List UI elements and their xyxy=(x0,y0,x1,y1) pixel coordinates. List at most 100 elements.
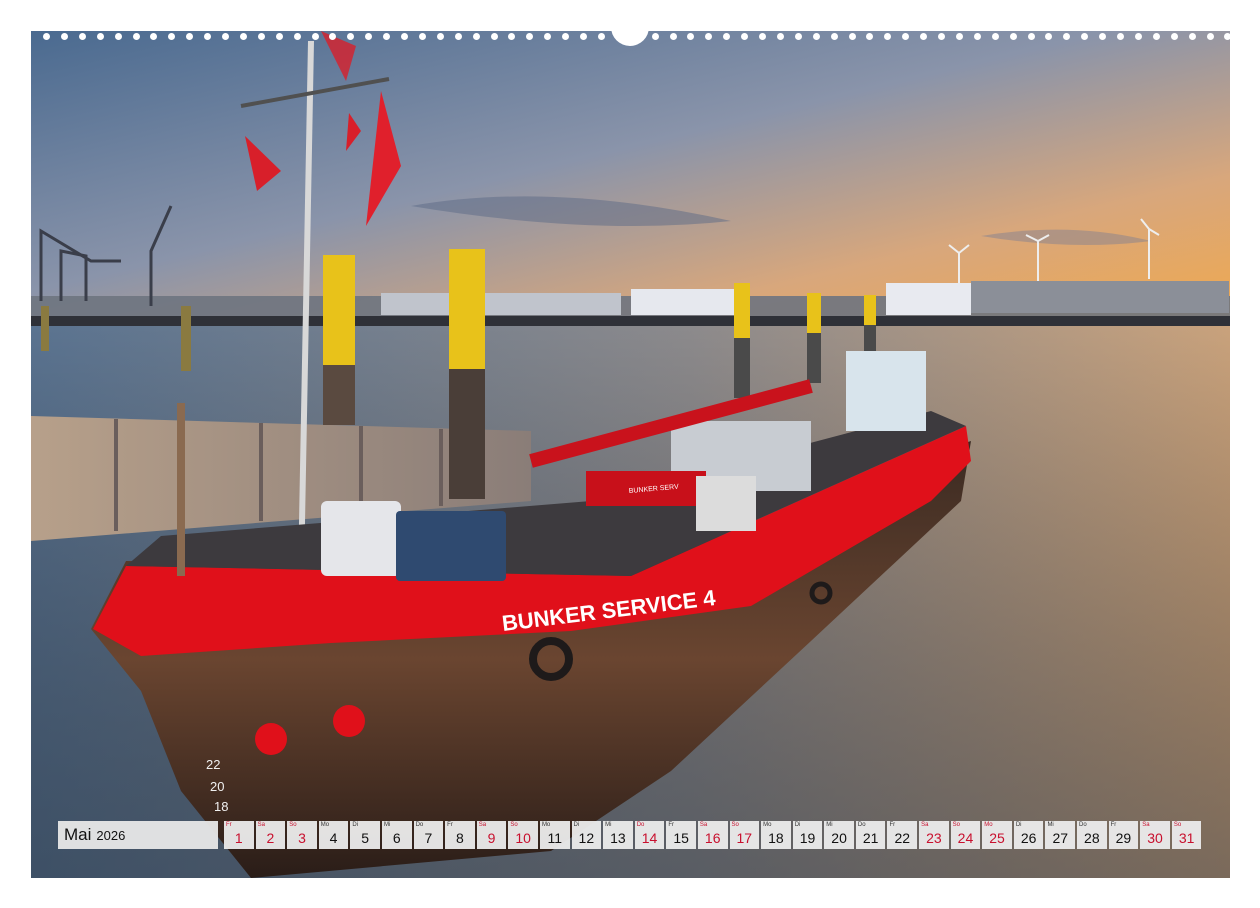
day-number: 18 xyxy=(768,830,784,846)
binding-hole xyxy=(383,33,391,40)
day-weekday: Sa xyxy=(921,822,929,828)
day-cell: Fr 29 xyxy=(1108,821,1139,849)
day-weekday: Mi xyxy=(826,822,833,828)
binding-hole xyxy=(687,33,695,40)
binding-hole xyxy=(311,33,319,40)
day-weekday: Sa xyxy=(257,822,265,828)
day-weekday: Mo xyxy=(320,822,330,828)
day-number: 12 xyxy=(578,830,595,846)
day-number: 5 xyxy=(361,830,370,846)
day-weekday: Sa xyxy=(699,822,708,828)
binding-hole xyxy=(759,33,766,40)
day-weekday: Di xyxy=(573,822,580,828)
binding-hole xyxy=(955,33,963,40)
binding-hole xyxy=(1063,33,1071,40)
day-cell: So 10 xyxy=(508,821,538,849)
day-cell: Di 12 xyxy=(571,821,602,849)
binding-hole xyxy=(580,33,587,40)
day-cell: Fr 8 xyxy=(445,821,475,849)
binding-hole xyxy=(830,33,838,40)
day-weekday: Mo xyxy=(541,822,551,828)
day-number: 10 xyxy=(515,830,531,846)
month-label: Mai 2026 xyxy=(58,821,218,849)
binding-hole xyxy=(902,33,910,40)
binding-hole xyxy=(920,33,928,40)
binding-hole xyxy=(812,33,820,40)
binding-hole xyxy=(1045,33,1053,40)
day-cell: Do 14 xyxy=(634,821,665,849)
day-weekday: Fr xyxy=(1110,822,1117,828)
binding-hole xyxy=(114,33,122,40)
month-year: 2026 xyxy=(96,827,126,843)
draft-mark: 20 xyxy=(210,779,224,794)
binding-hole xyxy=(991,33,999,40)
day-cell: Fr 15 xyxy=(666,821,696,849)
binding-hole xyxy=(329,33,337,40)
binding-hole xyxy=(508,33,516,40)
binding-hole xyxy=(78,33,86,40)
day-number: 14 xyxy=(641,830,658,846)
calendar-photo: BUNKER SERVICE 4 BUNKER SERV 22 20 18 xyxy=(31,31,1230,878)
day-weekday: Do xyxy=(857,822,866,828)
binding-hole xyxy=(597,33,605,40)
binding-hole xyxy=(222,33,229,40)
day-cells: Fr 1 Sa 2 So 3 Mo 4 Di 5 Mi 6 Do 7 Fr 8 Sa 9 So 10 Mo 11 Di 12 M… xyxy=(224,821,1202,849)
binding-hole xyxy=(1081,33,1089,40)
binding-hole xyxy=(257,33,265,40)
binding-hole xyxy=(132,33,140,40)
binding-hole xyxy=(1188,33,1196,40)
binding-hole xyxy=(526,33,534,40)
day-number: 30 xyxy=(1147,830,1163,846)
day-weekday: Sa xyxy=(478,822,487,828)
binding-hole xyxy=(454,33,462,40)
day-number: 16 xyxy=(704,830,721,846)
binding-hole xyxy=(1117,33,1124,40)
binding-hole xyxy=(544,33,552,40)
day-number: 28 xyxy=(1084,830,1100,846)
day-number: 31 xyxy=(1178,830,1195,846)
binding-hole xyxy=(938,33,945,40)
day-cell: So 17 xyxy=(729,821,760,849)
day-weekday: So xyxy=(289,822,297,828)
draft-mark: 22 xyxy=(206,757,220,772)
day-number: 9 xyxy=(487,830,496,846)
binding-hole xyxy=(168,33,176,40)
binding-hole xyxy=(186,33,194,40)
day-weekday: Fr xyxy=(668,822,674,828)
day-weekday: Mi xyxy=(1047,822,1054,828)
day-weekday: Di xyxy=(794,822,801,828)
day-cell: So 24 xyxy=(950,821,981,849)
day-weekday: Mo xyxy=(984,822,993,828)
day-number: 13 xyxy=(610,830,626,846)
day-cell: Sa 23 xyxy=(919,821,949,849)
day-cell: Di 26 xyxy=(1013,821,1044,849)
binding-hole xyxy=(705,33,713,40)
day-number: 21 xyxy=(862,830,879,846)
day-number: 6 xyxy=(392,830,401,846)
binding-hole xyxy=(1152,33,1160,40)
binding-hole xyxy=(1099,33,1107,40)
day-number: 26 xyxy=(1020,830,1037,846)
day-cell: Sa 30 xyxy=(1140,821,1170,849)
binding-hole xyxy=(884,33,892,40)
day-weekday: So xyxy=(510,822,518,828)
binding-hole xyxy=(96,33,104,40)
binding-hole xyxy=(866,33,874,40)
binding-hole xyxy=(150,33,158,40)
day-cell: Fr 1 xyxy=(224,821,254,849)
day-number: 7 xyxy=(424,830,433,846)
day-weekday: Di xyxy=(1015,822,1022,828)
day-cell: Do 21 xyxy=(855,821,886,849)
day-cell: Mi 13 xyxy=(603,821,633,849)
binding-hole xyxy=(848,33,856,40)
binding-hole xyxy=(1009,33,1017,40)
day-cell: Fr 22 xyxy=(887,821,918,849)
day-weekday: Do xyxy=(1079,822,1087,828)
day-number: 22 xyxy=(894,830,911,846)
binding-hole xyxy=(1224,33,1232,40)
day-cell: Mo 4 xyxy=(318,821,349,849)
day-cell: Sa 9 xyxy=(476,821,507,849)
binding-hole xyxy=(401,33,408,40)
day-number: 15 xyxy=(673,830,689,846)
day-cell: So 31 xyxy=(1171,821,1202,849)
